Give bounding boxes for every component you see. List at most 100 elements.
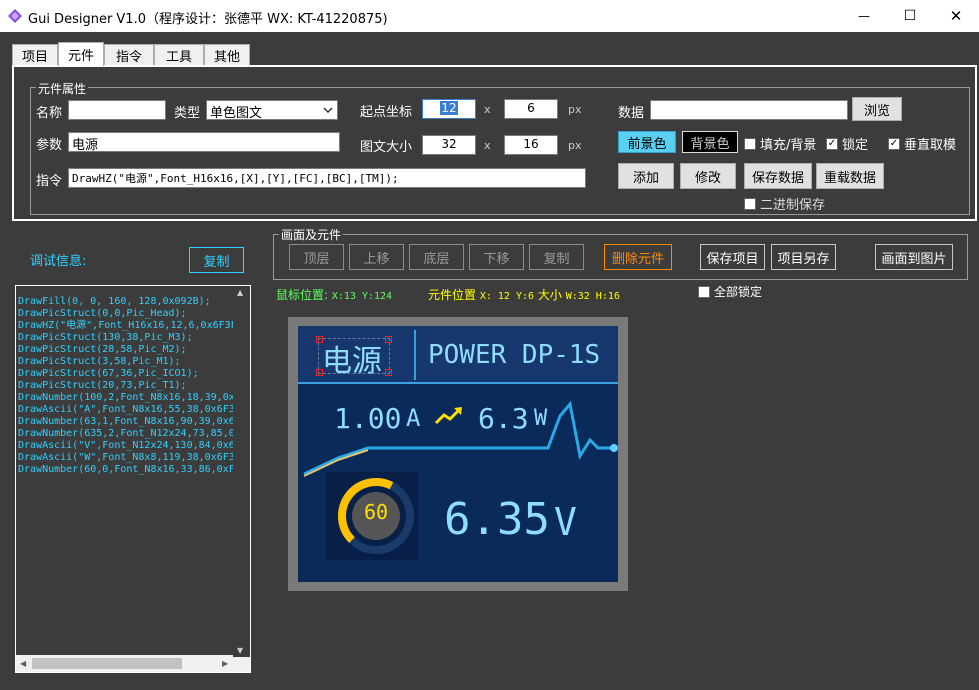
lcd-title-cn: 电源 [322, 344, 382, 379]
checkbox-checked-icon: ✓ [826, 137, 838, 150]
gauge-value: 60 [363, 500, 389, 524]
debug-copy-button[interactable]: 复制 [189, 247, 244, 273]
binary-save-checkbox[interactable]: 二进制保存 [744, 194, 825, 213]
copy-element-button[interactable]: 复制 [529, 244, 584, 270]
element-size-label: 大小 [537, 288, 562, 302]
element-properties-panel: 元件属性 名称 类型 单色图文 参数 电源 指令 DrawHZ("电源",Fon… [12, 65, 977, 221]
chevron-down-icon [323, 107, 333, 114]
maximize-icon: ☐ [903, 8, 917, 24]
bottom-layer-button[interactable]: 底层 [409, 244, 464, 270]
fill-background-checkbox[interactable]: 填充/背景 [744, 134, 816, 153]
title-bar: Gui Designer V1.0（程序设计：张德平 WX: KT-412208… [0, 0, 979, 32]
lcd-header-divider [298, 382, 618, 384]
scroll-down-icon[interactable]: ▼ [237, 646, 243, 655]
size-label: 图文大小 [360, 140, 413, 155]
mouse-position-status: 鼠标位置: X:13 Y:124 [276, 286, 392, 303]
element-position-value: X: 12 Y:6 [479, 291, 535, 302]
save-project-button[interactable]: 保存项目 [700, 244, 765, 270]
tab-element[interactable]: 元件 [58, 42, 104, 66]
move-down-button[interactable]: 下移 [469, 244, 524, 270]
lock-all-label: 全部锁定 [714, 285, 763, 299]
name-label: 名称 [36, 106, 63, 121]
browse-button[interactable]: 浏览 [852, 97, 902, 121]
checkbox-unchecked-icon [744, 137, 756, 150]
delete-element-button[interactable]: 删除元件 [604, 244, 672, 270]
close-icon: ✕ [949, 7, 963, 25]
element-properties-legend: 元件属性 [36, 80, 89, 97]
start-x-value: 12 [440, 101, 458, 115]
vertical-mod-label: 垂直取模 [904, 138, 957, 153]
param-label: 参数 [36, 138, 63, 153]
mouse-position-label: 鼠标位置: [276, 288, 329, 302]
move-up-button[interactable]: 上移 [349, 244, 404, 270]
data-label: 数据 [618, 106, 645, 121]
size-h-input[interactable]: 16 [504, 135, 558, 155]
scroll-left-icon[interactable]: ◀ [20, 659, 26, 668]
debug-info-label: 调试信息: [30, 254, 87, 269]
close-button[interactable]: ✕ [933, 0, 979, 32]
tab-project[interactable]: 项目 [12, 44, 58, 66]
horizontal-scrollbar[interactable]: ◀ ▶ [16, 655, 250, 672]
binary-save-label: 二进制保存 [760, 198, 826, 213]
lcd-header-separator [414, 330, 416, 380]
start-y-input[interactable]: 6 [504, 99, 558, 119]
cmd-input[interactable]: DrawHZ("电源",Font_H16x16,[X],[Y],[FC],[BC… [68, 168, 586, 188]
tab-tools[interactable]: 工具 [154, 44, 204, 66]
checkbox-unchecked-icon [744, 197, 756, 210]
save-data-button[interactable]: 保存数据 [744, 163, 812, 189]
selection-handle[interactable] [385, 336, 392, 343]
add-button[interactable]: 添加 [618, 163, 674, 189]
lcd-preview[interactable]: 电源 POWER DP-1S 1.00 A 6.3 W 60 6.35 V [298, 326, 618, 582]
size-px-unit: px [568, 139, 582, 152]
vertical-scrollbar[interactable]: ▲ ▼ [233, 286, 250, 657]
checkbox-unchecked-icon [698, 285, 710, 298]
param-input[interactable]: 电源 [68, 132, 340, 152]
element-size-value: W:32 H:16 [565, 291, 620, 302]
scroll-right-icon[interactable]: ▶ [222, 659, 228, 668]
lock-all-checkbox[interactable]: 全部锁定 [698, 283, 762, 300]
app-logo-icon [8, 9, 22, 23]
screen-elements-legend: 画面及元件 [279, 226, 344, 243]
cmd-label: 指令 [36, 174, 63, 189]
lcd-voltage-value: 6.35 [444, 494, 550, 545]
start-x-input[interactable]: 12 [422, 99, 476, 119]
reload-data-button[interactable]: 重载数据 [816, 163, 884, 189]
window-title: Gui Designer V1.0（程序设计：张德平 WX: KT-412208… [28, 12, 388, 27]
vertical-mod-checkbox[interactable]: ✓ 垂直取模 [888, 134, 956, 153]
size-w-input[interactable]: 32 [422, 135, 476, 155]
mouse-position-value: X:13 Y:124 [331, 291, 393, 302]
modify-button[interactable]: 修改 [680, 163, 736, 189]
lock-checkbox[interactable]: ✓ 锁定 [826, 134, 868, 153]
scroll-up-icon[interactable]: ▲ [237, 288, 243, 297]
selection-handle[interactable] [385, 369, 392, 376]
background-color-button[interactable]: 背景色 [682, 131, 738, 153]
checkbox-checked-icon: ✓ [888, 137, 900, 150]
size-x-separator: x [484, 139, 491, 152]
main-tabs: 项目 元件 指令 工具 其他 [0, 42, 979, 66]
tab-command[interactable]: 指令 [104, 44, 154, 66]
debug-output[interactable]: DrawFill(0, 0, 160, 128,0x092B); DrawPic… [15, 285, 251, 673]
lock-label: 锁定 [842, 138, 869, 153]
data-input[interactable] [650, 100, 848, 120]
lcd-title-en: POWER DP-1S [428, 340, 601, 370]
element-position-status: 元件位置 X: 12 Y:6 大小 W:32 H:16 [428, 286, 620, 303]
scrollbar-thumb[interactable] [32, 658, 182, 669]
minimize-button[interactable]: — [841, 0, 887, 32]
foreground-color-button[interactable]: 前景色 [618, 131, 676, 153]
start-coord-label: 起点坐标 [360, 105, 413, 120]
top-layer-button[interactable]: 顶层 [289, 244, 344, 270]
name-input[interactable] [68, 100, 166, 120]
start-px-unit: px [568, 103, 582, 116]
type-select[interactable]: 单色图文 [206, 100, 338, 120]
element-position-label: 元件位置 [428, 288, 477, 302]
fill-background-label: 填充/背景 [760, 138, 817, 153]
screen-to-image-button[interactable]: 画面到图片 [875, 244, 953, 270]
minimize-icon: — [858, 9, 870, 23]
save-project-as-button[interactable]: 项目另存 [771, 244, 836, 270]
type-label: 类型 [174, 106, 201, 121]
type-select-value: 单色图文 [210, 106, 263, 120]
start-x-separator: x [484, 103, 491, 116]
maximize-button[interactable]: ☐ [887, 0, 933, 32]
tab-other[interactable]: 其他 [204, 44, 250, 66]
debug-text: DrawFill(0, 0, 160, 128,0x092B); DrawPic… [18, 296, 251, 475]
